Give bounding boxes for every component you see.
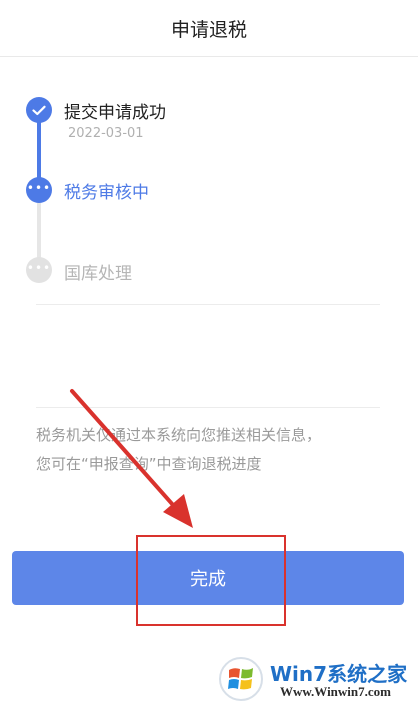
progress-timeline: 提交申请成功 2022-03-01 ••• 税务审核中 ••• 国库处理 bbox=[0, 0, 418, 330]
divider bbox=[36, 407, 380, 408]
step-date-submitted: 2022-03-01 bbox=[68, 126, 144, 141]
watermark: Win7系统之家 Www.Winwin7.com bbox=[216, 652, 416, 704]
notice-text: 税务机关仅通过本系统向您推送相关信息， 您可在“申报查询”中查询退税进度 bbox=[36, 421, 376, 479]
step-active-dot: ••• bbox=[26, 177, 52, 203]
step-label-reviewing: 税务审核中 bbox=[64, 183, 149, 203]
step-label-treasury: 国库处理 bbox=[64, 264, 132, 284]
windows-logo-icon bbox=[219, 657, 263, 701]
notice-line: 税务机关仅通过本系统向您推送相关信息， bbox=[36, 426, 322, 444]
divider bbox=[36, 304, 380, 305]
check-icon bbox=[32, 105, 46, 115]
notice-line: 您可在“申报查询”中查询退税进度 bbox=[36, 455, 262, 473]
step-pending-dot: ••• bbox=[26, 257, 52, 283]
step-label-submitted: 提交申请成功 bbox=[64, 103, 166, 123]
watermark-brand: Win7系统之家 bbox=[270, 662, 408, 686]
done-button[interactable]: 完成 bbox=[12, 551, 404, 605]
more-dots-icon: ••• bbox=[26, 261, 52, 275]
step-done-dot bbox=[26, 97, 52, 123]
watermark-url: Www.Winwin7.com bbox=[280, 684, 391, 699]
more-dots-icon: ••• bbox=[26, 181, 52, 195]
